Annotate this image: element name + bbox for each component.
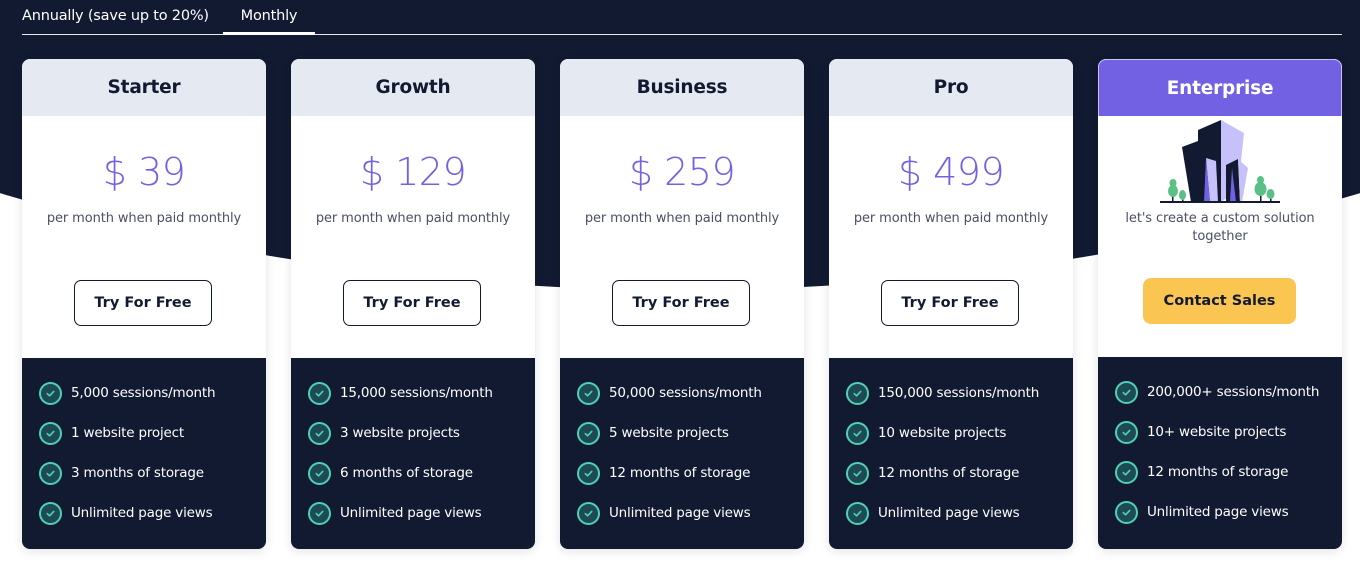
feature-label: 15,000 sessions/month — [340, 385, 493, 401]
feature-label: 10+ website projects — [1147, 424, 1287, 440]
check-circle-icon — [1115, 500, 1138, 524]
feature-label: Unlimited page views — [1147, 504, 1289, 520]
plan-name: Starter — [22, 59, 266, 116]
feature-label: 12 months of storage — [1147, 464, 1289, 480]
plan-name: Business — [560, 59, 804, 116]
check-circle-icon — [577, 461, 600, 485]
plan-pricing: $ 259 per month when paid monthly Try Fo… — [560, 116, 804, 358]
feature-item: 15,000 sessions/month — [308, 381, 535, 405]
feature-label: Unlimited page views — [609, 505, 751, 521]
feature-item: 5,000 sessions/month — [39, 381, 266, 405]
feature-item: 3 website projects — [308, 421, 535, 445]
plan-period: per month when paid monthly — [46, 211, 242, 226]
feature-label: Unlimited page views — [71, 505, 213, 521]
feature-label: 12 months of storage — [878, 465, 1020, 481]
plan-pricing: $ 129 per month when paid monthly Try Fo… — [291, 116, 535, 358]
plan-card-growth: Growth $ 129 per month when paid monthly… — [291, 59, 535, 549]
feature-label: Unlimited page views — [878, 505, 1020, 521]
check-circle-icon — [846, 421, 869, 445]
try-for-free-button[interactable]: Try For Free — [612, 280, 750, 326]
plan-pricing: let's create a custom solution together … — [1098, 116, 1342, 357]
tab-annually[interactable]: Annually (save up to 20%) — [22, 8, 209, 34]
check-circle-icon — [577, 501, 600, 525]
tab-monthly[interactable]: Monthly — [223, 8, 315, 35]
feature-item: 200,000+ sessions/month — [1115, 380, 1342, 404]
feature-item: Unlimited page views — [577, 501, 804, 525]
feature-item: 150,000 sessions/month — [846, 381, 1073, 405]
check-circle-icon — [1115, 380, 1138, 404]
feature-item: 5 website projects — [577, 421, 804, 445]
plan-features: 50,000 sessions/month 5 website projects… — [560, 358, 804, 549]
try-for-free-button[interactable]: Try For Free — [343, 280, 481, 326]
feature-label: 200,000+ sessions/month — [1147, 384, 1320, 400]
feature-item: Unlimited page views — [308, 501, 535, 525]
contact-sales-button[interactable]: Contact Sales — [1143, 278, 1296, 324]
check-circle-icon — [308, 501, 331, 525]
plan-pricing: $ 499 per month when paid monthly Try Fo… — [829, 116, 1073, 358]
check-circle-icon — [39, 421, 62, 445]
feature-item: 10 website projects — [846, 421, 1073, 445]
feature-label: 1 website project — [71, 425, 184, 441]
feature-label: Unlimited page views — [340, 505, 482, 521]
feature-item: Unlimited page views — [39, 501, 266, 525]
try-for-free-button[interactable]: Try For Free — [881, 280, 1019, 326]
feature-item: 3 months of storage — [39, 461, 266, 485]
plan-name: Growth — [291, 59, 535, 116]
check-circle-icon — [846, 461, 869, 485]
plan-description: let's create a custom solution together — [1125, 211, 1315, 244]
plan-features: 5,000 sessions/month 1 website project 3… — [22, 358, 266, 549]
feature-item: 1 website project — [39, 421, 266, 445]
feature-item: 12 months of storage — [846, 461, 1073, 485]
check-circle-icon — [846, 381, 869, 405]
plan-price: $ 499 — [897, 150, 1005, 194]
buildings-icon — [1160, 120, 1280, 203]
feature-label: 10 website projects — [878, 425, 1007, 441]
plan-card-pro: Pro $ 499 per month when paid monthly Tr… — [829, 59, 1073, 549]
check-circle-icon — [39, 461, 62, 485]
plan-period: per month when paid monthly — [315, 211, 511, 226]
plan-name: Pro — [829, 59, 1073, 116]
check-circle-icon — [39, 381, 62, 405]
plan-card-enterprise: Enterprise let's create a custom solutio… — [1098, 59, 1342, 549]
feature-label: 3 months of storage — [71, 465, 204, 481]
feature-item: 12 months of storage — [577, 461, 804, 485]
plan-card-business: Business $ 259 per month when paid month… — [560, 59, 804, 549]
plan-name: Enterprise — [1098, 59, 1342, 116]
check-circle-icon — [308, 421, 331, 445]
plan-features: 15,000 sessions/month 3 website projects… — [291, 358, 535, 549]
feature-item: 50,000 sessions/month — [577, 381, 804, 405]
feature-item: 6 months of storage — [308, 461, 535, 485]
plan-price: $ 129 — [359, 150, 467, 194]
check-circle-icon — [308, 461, 331, 485]
plan-period: per month when paid monthly — [584, 211, 780, 226]
feature-label: 6 months of storage — [340, 465, 473, 481]
feature-label: 12 months of storage — [609, 465, 751, 481]
plan-price: $ 259 — [628, 150, 736, 194]
feature-label: 5 website projects — [609, 425, 729, 441]
plan-period: per month when paid monthly — [853, 211, 1049, 226]
feature-item: 10+ website projects — [1115, 420, 1342, 444]
feature-item: Unlimited page views — [846, 501, 1073, 525]
plan-features: 150,000 sessions/month 10 website projec… — [829, 358, 1073, 549]
feature-label: 3 website projects — [340, 425, 460, 441]
check-circle-icon — [39, 501, 62, 525]
plan-price: $ 39 — [102, 150, 186, 194]
check-circle-icon — [846, 501, 869, 525]
check-circle-icon — [577, 421, 600, 445]
billing-period-tabs: Annually (save up to 20%) Monthly — [22, 0, 1342, 35]
plan-features: 200,000+ sessions/month 10+ website proj… — [1098, 357, 1342, 549]
check-circle-icon — [308, 381, 331, 405]
try-for-free-button[interactable]: Try For Free — [74, 280, 212, 326]
feature-label: 50,000 sessions/month — [609, 385, 762, 401]
plan-pricing: $ 39 per month when paid monthly Try For… — [22, 116, 266, 358]
check-circle-icon — [1115, 460, 1138, 484]
check-circle-icon — [577, 381, 600, 405]
feature-item: 12 months of storage — [1115, 460, 1342, 484]
feature-label: 5,000 sessions/month — [71, 385, 216, 401]
pricing-cards: Starter $ 39 per month when paid monthly… — [22, 59, 1342, 549]
check-circle-icon — [1115, 420, 1138, 444]
feature-label: 150,000 sessions/month — [878, 385, 1040, 401]
plan-card-starter: Starter $ 39 per month when paid monthly… — [22, 59, 266, 549]
feature-item: Unlimited page views — [1115, 500, 1342, 524]
